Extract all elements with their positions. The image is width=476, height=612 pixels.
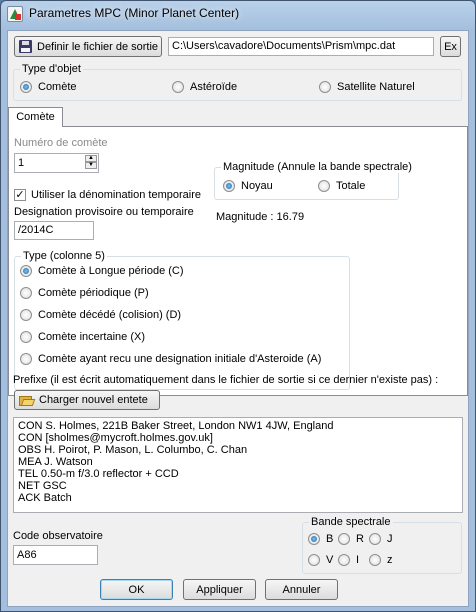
magnitude-legend: Magnitude (Annule la bande spectrale) — [221, 161, 414, 173]
comet-number-value: 1 — [18, 157, 25, 169]
radio-totale-label: Totale — [336, 180, 366, 192]
radio-band-b-dot[interactable] — [308, 533, 320, 545]
radio-totale-dot[interactable] — [318, 180, 330, 192]
radio-type-x-dot[interactable] — [20, 331, 32, 343]
define-output-file-button[interactable]: Definir le fichier de sortie — [14, 36, 162, 57]
radio-type-a[interactable]: Comète ayant recu une designation initia… — [20, 353, 321, 365]
dialog-client-area: Definir le fichier de sortie C:\Users\ca… — [7, 30, 469, 607]
radio-band-z[interactable]: z — [369, 554, 393, 566]
comet-number-label: Numéro de comète — [14, 137, 108, 149]
checkmark-icon[interactable]: ✓ — [14, 189, 26, 201]
prefix-textarea[interactable]: CON S. Holmes, 221B Baker Street, London… — [13, 417, 463, 513]
radio-type-d[interactable]: Comète décédé (colision) (D) — [20, 309, 181, 321]
radio-asteroide-dot[interactable] — [172, 81, 184, 93]
prefix-line: OBS H. Poirot, P. Mason, L. Columbo, C. … — [18, 444, 248, 456]
radio-band-r[interactable]: R — [338, 533, 364, 545]
cancel-button[interactable]: Annuler — [265, 579, 338, 600]
radio-asteroide-label: Astéroïde — [190, 81, 238, 93]
radio-noyau[interactable]: Noyau — [223, 180, 273, 192]
comete-tab-panel: Numéro de comète 1 ▲ ▼ ✓ Utiliser la dén… — [8, 126, 468, 396]
radio-band-i-dot[interactable] — [338, 554, 350, 566]
radio-band-j-dot[interactable] — [369, 533, 381, 545]
object-type-legend: Type d'objet — [20, 63, 83, 75]
spin-down-icon[interactable]: ▼ — [85, 162, 97, 169]
radio-comete-dot[interactable] — [20, 81, 32, 93]
radio-type-c[interactable]: Comète à Longue période (C) — [20, 265, 184, 277]
floppy-disk-icon — [19, 40, 32, 53]
prefix-label: Prefixe (il est écrit automatiquement da… — [13, 374, 439, 386]
magnitude-group: Magnitude (Annule la bande spectrale) No… — [214, 161, 414, 200]
load-header-button[interactable]: Charger nouvel entete — [14, 390, 160, 410]
designation-label: Designation provisoire ou temporaire — [14, 206, 194, 218]
radio-comete-label: Comète — [38, 81, 77, 93]
radio-band-b-label: B — [326, 533, 334, 545]
spectral-band-group: Bande spectrale B R J V I z — [302, 516, 462, 574]
radio-type-x-label: Comète incertaine (X) — [38, 331, 145, 343]
radio-satellite-label: Satellite Naturel — [337, 81, 415, 93]
radio-band-i-label: I — [356, 554, 360, 566]
radio-type-c-dot[interactable] — [20, 265, 32, 277]
type-col5-legend: Type (colonne 5) — [21, 250, 107, 262]
radio-band-v-label: V — [326, 554, 334, 566]
temp-designation-label: Utiliser la dénomination temporaire — [31, 189, 201, 201]
radio-band-j-label: J — [387, 533, 393, 545]
radio-band-v-dot[interactable] — [308, 554, 320, 566]
radio-comete[interactable]: Comète — [20, 81, 77, 93]
radio-type-p-label: Comète périodique (P) — [38, 287, 149, 299]
radio-type-c-label: Comète à Longue période (C) — [38, 265, 184, 277]
radio-totale[interactable]: Totale — [318, 180, 365, 192]
type-col5-group: Type (colonne 5) Comète à Longue période… — [14, 250, 350, 390]
radio-asteroide[interactable]: Astéroïde — [172, 81, 237, 93]
load-header-label: Charger nouvel entete — [39, 394, 148, 406]
dialog-window: Parametres MPC (Minor Planet Center) Def… — [0, 0, 476, 612]
radio-noyau-dot[interactable] — [223, 180, 235, 192]
app-icon — [7, 6, 23, 22]
radio-band-z-label: z — [387, 554, 393, 566]
radio-band-v[interactable]: V — [308, 554, 333, 566]
output-path-field[interactable]: C:\Users\cavadore\Documents\Prism\mpc.da… — [168, 37, 434, 56]
prefix-line: CON S. Holmes, 221B Baker Street, London… — [18, 420, 334, 432]
radio-band-r-label: R — [356, 533, 364, 545]
prefix-line: CON [sholmes@mycroft.holmes.gov.uk] — [18, 432, 213, 444]
prefix-line: TEL 0.50-m f/3.0 reflector + CCD — [18, 468, 179, 480]
radio-band-b[interactable]: B — [308, 533, 333, 545]
radio-type-a-dot[interactable] — [20, 353, 32, 365]
radio-type-p-dot[interactable] — [20, 287, 32, 299]
observatory-code-field[interactable]: A86 — [13, 545, 98, 565]
radio-type-d-label: Comète décédé (colision) (D) — [38, 309, 182, 321]
tab-comete[interactable]: Comète — [8, 107, 63, 127]
radio-type-a-label: Comète ayant recu une designation initia… — [38, 353, 322, 365]
temp-designation-checkbox[interactable]: ✓ Utiliser la dénomination temporaire — [14, 189, 201, 201]
radio-type-d-dot[interactable] — [20, 309, 32, 321]
title-bar[interactable]: Parametres MPC (Minor Planet Center) — [1, 1, 475, 27]
radio-band-z-dot[interactable] — [369, 554, 381, 566]
magnitude-readout: Magnitude : 16.79 — [216, 211, 305, 223]
spectral-band-legend: Bande spectrale — [309, 516, 393, 528]
spin-up-icon[interactable]: ▲ — [85, 155, 97, 162]
apply-button[interactable]: Appliquer — [183, 579, 256, 600]
prefix-line: NET GSC — [18, 480, 67, 492]
radio-band-r-dot[interactable] — [338, 533, 350, 545]
window-title: Parametres MPC (Minor Planet Center) — [29, 6, 240, 20]
define-output-file-label: Definir le fichier de sortie — [37, 40, 159, 53]
radio-noyau-label: Noyau — [241, 180, 273, 192]
ok-button[interactable]: OK — [100, 579, 173, 600]
radio-satellite[interactable]: Satellite Naturel — [319, 81, 415, 93]
radio-satellite-dot[interactable] — [319, 81, 331, 93]
ex-button[interactable]: Ex — [440, 36, 461, 57]
folder-open-icon — [19, 394, 36, 406]
radio-type-x[interactable]: Comète incertaine (X) — [20, 331, 145, 343]
object-type-group: Type d'objet Comète Astéroïde Satellite … — [13, 63, 462, 101]
radio-band-i[interactable]: I — [338, 554, 359, 566]
prefix-line: MEA J. Watson — [18, 456, 93, 468]
prefix-line: ACK Batch — [18, 492, 72, 504]
designation-field[interactable]: /2014C — [14, 221, 94, 240]
observatory-code-label: Code observatoire — [13, 530, 103, 542]
radio-type-p[interactable]: Comète périodique (P) — [20, 287, 149, 299]
comet-number-spinbox[interactable]: 1 ▲ ▼ — [14, 153, 99, 173]
radio-band-j[interactable]: J — [369, 533, 393, 545]
spin-buttons[interactable]: ▲ ▼ — [85, 155, 97, 171]
